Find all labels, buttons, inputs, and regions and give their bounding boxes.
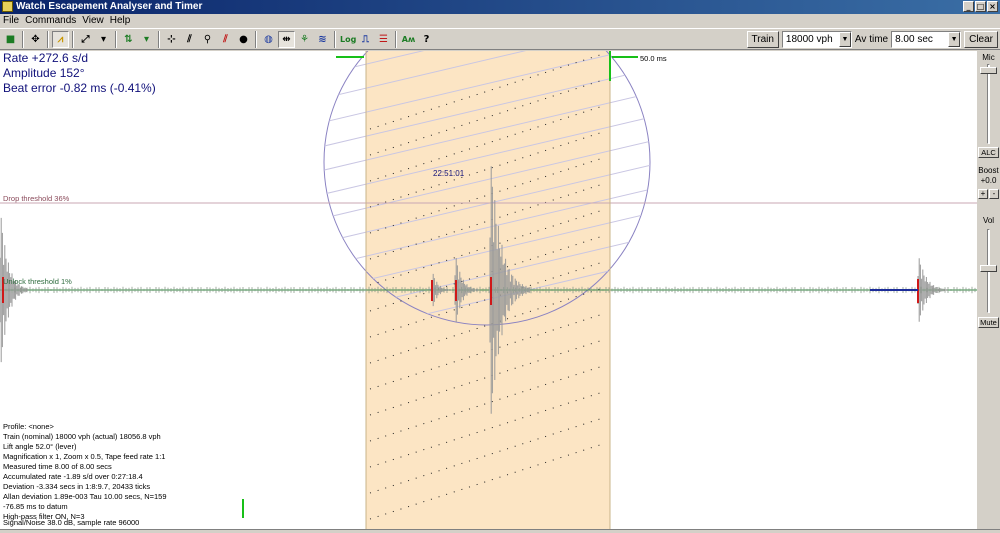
title-bar: Watch Escapement Analyser and Timer _ □ … [0,0,1000,14]
clear-button[interactable]: Clear [964,31,998,48]
av-time-select[interactable]: 8.00 sec ▼ [891,31,962,48]
slash-icon[interactable]: ⫽ [181,31,198,48]
info-line: Accumulated rate -1.89 s/d over 0:27:18.… [3,472,143,481]
bulb-icon[interactable]: ● [235,31,252,48]
info-line: Profile: <none> [3,422,54,431]
menu-help[interactable]: Help [107,14,134,28]
multi-trace-icon[interactable]: ≋ [314,31,331,48]
crosshair-icon[interactable]: ⊹ [163,31,180,48]
alc-button[interactable]: ALC [978,147,999,158]
filter-icon[interactable]: ▾ [95,31,112,48]
beat-error-readout: Beat error -0.82 ms (-0.41%) [3,81,156,95]
toolbar-separator [395,31,397,48]
train-button[interactable]: Train [746,31,779,48]
menu-file[interactable]: File [0,14,22,28]
info-line: Allan deviation 1.89e-003 Tau 10.00 secs… [3,492,167,501]
toolbar-separator [115,31,117,48]
train-select-value: 18000 vph [785,34,833,45]
table-icon[interactable]: ☰ [375,31,392,48]
globe-icon[interactable]: ◍ [260,31,277,48]
toolbar: ■ ✥ ⩘ ⤢ ▾ ⇅ ▾ ⊹ ⫽ ⚲ ⫽ ● ◍ ⇹ ⚘ ≋ Log ⎍ ☰ [0,28,1000,50]
expand-icon[interactable]: ⇹ [278,31,295,48]
info-line: -76.85 ms to datum [3,502,68,511]
close-button[interactable]: × [987,1,998,12]
mic-label: Mic [982,53,995,62]
arrows-icon[interactable]: ⇅ [120,31,137,48]
mic-slider-thumb[interactable] [980,67,997,74]
mute-button[interactable]: Mute [978,317,999,328]
info-line: Measured time 8.00 of 8.00 secs [3,462,112,471]
drop-threshold-label: Drop threshold 36% [3,194,70,203]
status-bar [0,529,1000,533]
minimize-button[interactable]: _ [963,1,974,12]
menu-commands[interactable]: Commands [22,14,79,28]
chart-icon[interactable]: ⎍ [357,31,374,48]
boost-value: +0.0 [980,176,997,185]
pointer-icon[interactable]: ⤢ [77,31,94,48]
window-title: Watch Escapement Analyser and Timer [16,1,203,12]
info-line: Train (nominal) 18000 vph (actual) 18056… [3,432,161,441]
info-line: Magnification x 1, Zoom x 0.5, Tape feed… [3,452,166,461]
info-line: Lift angle 52.0° (lever) [3,442,77,451]
amplitude-icon[interactable]: Aʍ [400,31,417,48]
maximize-button[interactable]: □ [975,1,986,12]
trace-icon[interactable]: ⚘ [296,31,313,48]
chevron-down-icon[interactable]: ▼ [948,32,961,47]
amplitude-readout: Amplitude 152° [3,66,85,80]
boost-plus-button[interactable]: + [978,189,988,199]
menu-view[interactable]: View [79,14,107,28]
window-width-label: 50.0 ms [640,54,667,63]
info-line: Deviation -3.334 secs in 1:8:9.7, 20433 … [3,482,151,491]
menu-bar: File Commands View Help [0,14,1000,28]
record-icon[interactable]: ■ [2,31,19,48]
av-time-label: Av time [854,34,889,45]
boost-minus-button[interactable]: - [989,189,999,199]
plot-area[interactable]: Rate +272.6 s/d Amplitude 152° Beat erro… [0,51,977,529]
vol-label: Vol [982,216,995,225]
toolbar-separator [158,31,160,48]
train-select[interactable]: 18000 vph ▼ [781,31,852,48]
rate-readout: Rate +272.6 s/d [3,51,89,65]
toolbar-separator [334,31,336,48]
toolbar-separator [22,31,24,48]
app-icon [2,1,13,12]
move-icon[interactable]: ✥ [27,31,44,48]
waveform-icon[interactable]: ⩘ [52,31,69,48]
log-icon[interactable]: Log [339,31,356,48]
red-slash-icon[interactable]: ⫽ [217,31,234,48]
boost-label: Boost [978,166,999,175]
level-panel: Mic ALC Boost +0.0 + - Vol Mute [977,51,1000,529]
timestamp-label: 22:51:01 [433,169,465,178]
toolbar-separator [255,31,257,48]
pin-icon[interactable]: ⚲ [199,31,216,48]
info-line: Signal/Noise 38.0 dB, sample rate 96000 [3,518,140,527]
av-time-select-value: 8.00 sec [895,34,933,45]
toolbar-separator [47,31,49,48]
mic-slider-track[interactable] [987,64,990,144]
unlock-threshold-label: Unlock threshold 1% [3,277,72,286]
dropdown-icon[interactable]: ▾ [138,31,155,48]
chevron-down-icon[interactable]: ▼ [838,32,851,47]
help-icon[interactable]: ? [418,31,435,48]
toolbar-separator [72,31,74,48]
app-window: Watch Escapement Analyser and Timer _ □ … [0,0,1000,533]
vol-slider-thumb[interactable] [980,265,997,272]
